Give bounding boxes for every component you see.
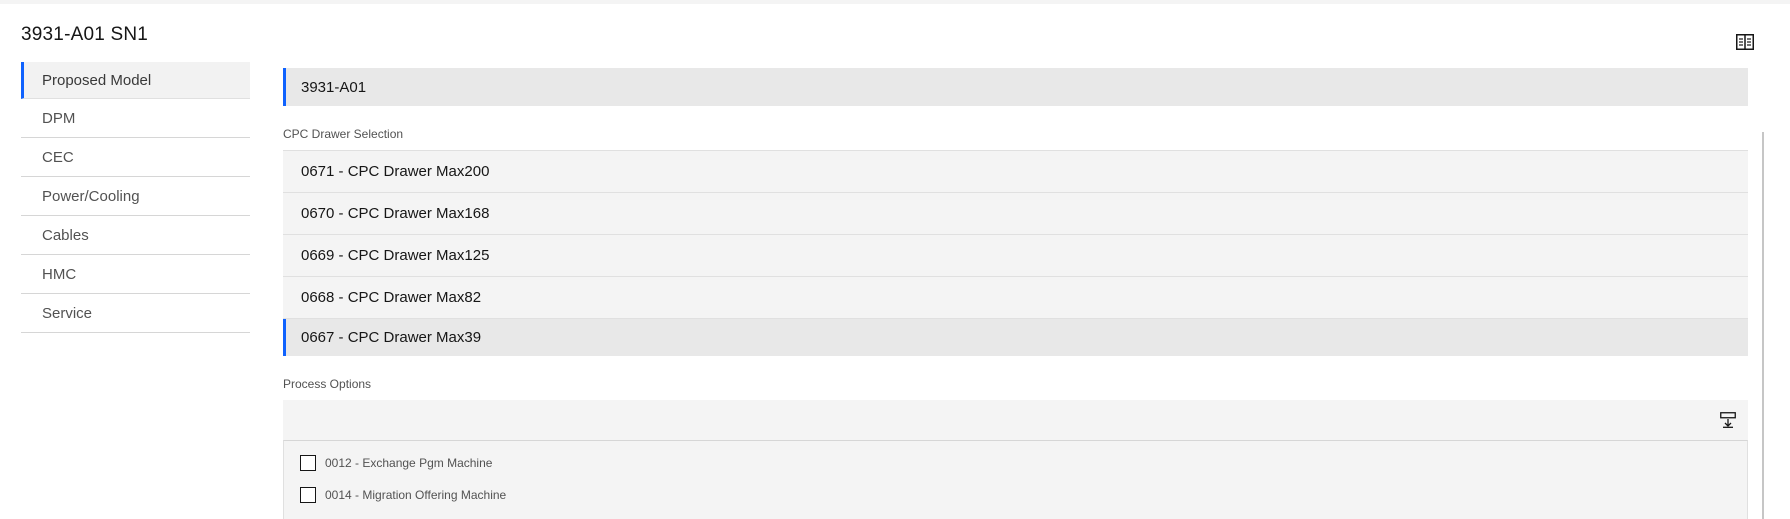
sidebar-item-label: DPM [42, 109, 76, 127]
drawer-option-selected[interactable]: 0667 - CPC Drawer Max39 [283, 319, 1748, 356]
sidebar-item-label: Cables [42, 226, 89, 244]
download-icon[interactable] [1718, 410, 1738, 430]
process-options-list: 0012 - Exchange Pgm Machine 0014 - Migra… [283, 440, 1748, 519]
model-label: 3931-A01 [301, 78, 367, 96]
sidebar-item-cec[interactable]: CEC [21, 138, 250, 177]
sidebar-item-service[interactable]: Service [21, 294, 250, 333]
drawer-section-label: CPC Drawer Selection [283, 127, 404, 141]
process-option-checkbox[interactable] [300, 487, 316, 503]
sidebar-item-cables[interactable]: Cables [21, 216, 250, 255]
drawer-option[interactable]: 0668 - CPC Drawer Max82 [283, 277, 1748, 319]
sidebar-item-label: HMC [42, 265, 77, 283]
drawer-option-label: 0667 - CPC Drawer Max39 [301, 329, 482, 346]
drawer-option[interactable]: 0671 - CPC Drawer Max200 [283, 151, 1748, 193]
sidebar-item-label: Power/Cooling [42, 187, 140, 205]
process-option-checkbox[interactable] [300, 455, 316, 471]
process-toolbar [283, 400, 1748, 440]
sidebar-item-label: Service [42, 304, 93, 322]
scrollbar[interactable] [1762, 132, 1764, 519]
process-option-label: 0012 - Exchange Pgm Machine [325, 456, 493, 470]
table-view-icon[interactable] [1735, 32, 1755, 52]
drawer-option-label: 0668 - CPC Drawer Max82 [301, 289, 482, 306]
sidebar-item-dpm[interactable]: DPM [21, 99, 250, 138]
sidebar-item-label: CEC [42, 148, 74, 166]
sidebar-item-power-cooling[interactable]: Power/Cooling [21, 177, 250, 216]
drawer-option-label: 0671 - CPC Drawer Max200 [301, 163, 490, 180]
drawer-option[interactable]: 0670 - CPC Drawer Max168 [283, 193, 1748, 235]
drawer-option[interactable]: 0669 - CPC Drawer Max125 [283, 235, 1748, 277]
process-option: 0014 - Migration Offering Machine [300, 487, 1747, 503]
configuration-panel: 3931-A01 SN1 Proposed Model DPM CEC Powe… [0, 4, 1790, 519]
process-option-label: 0014 - Migration Offering Machine [325, 488, 507, 502]
model-selector[interactable]: 3931-A01 [283, 68, 1748, 106]
page-title: 3931-A01 SN1 [21, 24, 149, 45]
sidebar-item-label: Proposed Model [42, 71, 152, 89]
sidebar-nav: Proposed Model DPM CEC Power/Cooling Cab… [21, 62, 250, 333]
process-section-label: Process Options [283, 377, 372, 391]
sidebar-item-hmc[interactable]: HMC [21, 255, 250, 294]
drawer-list: 0671 - CPC Drawer Max200 0670 - CPC Draw… [283, 150, 1748, 356]
drawer-option-label: 0669 - CPC Drawer Max125 [301, 247, 490, 264]
process-option: 0012 - Exchange Pgm Machine [300, 455, 1747, 471]
drawer-option-label: 0670 - CPC Drawer Max168 [301, 205, 490, 222]
main-content: 3931-A01 CPC Drawer Selection 0671 - CPC… [283, 68, 1748, 519]
sidebar-item-proposed-model[interactable]: Proposed Model [21, 62, 250, 99]
